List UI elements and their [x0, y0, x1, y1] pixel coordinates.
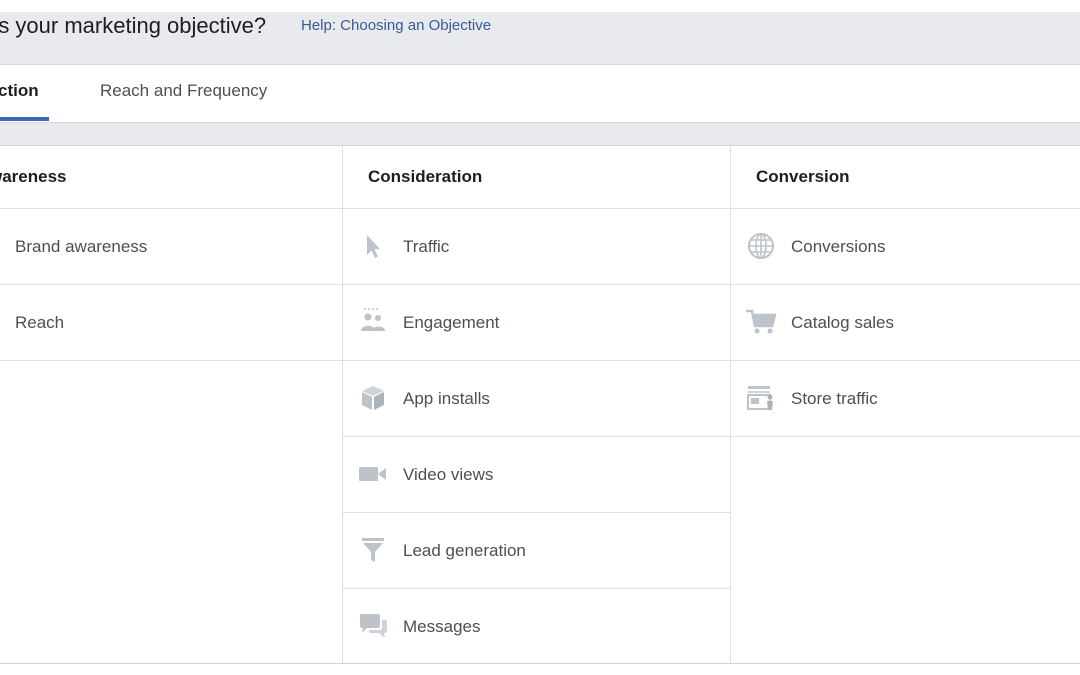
objective-label: App installs: [403, 389, 490, 408]
objective-app-installs[interactable]: App installs: [343, 361, 731, 437]
objective-selector: t's your marketing objective? Help: Choo…: [0, 0, 1080, 675]
objective-brand-awareness[interactable]: Brand awareness: [0, 209, 342, 285]
objective-traffic[interactable]: Traffic: [343, 209, 731, 285]
objective-grid: wareness Brand awareness Reach Considera…: [0, 146, 1080, 664]
objective-conversions[interactable]: Conversions: [731, 209, 1080, 285]
tab-bar: ction Reach and Frequency: [0, 65, 1080, 123]
objective-video-views[interactable]: Video views: [343, 437, 731, 513]
objective-label: Lead generation: [403, 541, 526, 560]
column-awareness: wareness Brand awareness Reach: [0, 146, 342, 663]
tab-auction[interactable]: ction: [0, 65, 39, 120]
objective-label: Engagement: [403, 313, 500, 332]
funnel-icon: [358, 535, 388, 565]
objective-store-traffic[interactable]: Store traffic: [731, 361, 1080, 437]
chat-bubbles-icon: [358, 611, 388, 641]
storefront-icon: [746, 383, 776, 413]
page-title: t's your marketing objective?: [0, 13, 267, 38]
objective-lead-generation[interactable]: Lead generation: [343, 513, 731, 589]
objective-label: Video views: [403, 465, 494, 484]
objective-messages[interactable]: Messages: [343, 589, 731, 664]
header-bar: t's your marketing objective? Help: Choo…: [0, 12, 1080, 65]
box-icon: [358, 383, 388, 413]
column-heading-awareness: wareness: [0, 146, 342, 209]
column-heading-conversion: Conversion: [731, 146, 1080, 209]
objective-reach[interactable]: Reach: [0, 285, 342, 361]
video-camera-icon: [358, 459, 388, 489]
objective-catalog-sales[interactable]: Catalog sales: [731, 285, 1080, 361]
help-link[interactable]: Help: Choosing an Objective: [301, 17, 491, 34]
divider-band: [0, 123, 1080, 146]
objective-label: Brand awareness: [15, 237, 148, 256]
cursor-icon: [358, 231, 388, 261]
tab-reach-and-frequency[interactable]: Reach and Frequency: [100, 65, 267, 120]
shopping-cart-icon: [746, 307, 776, 337]
globe-icon: [746, 231, 776, 261]
column-consideration: Consideration Traffic Engagement App ins…: [342, 146, 731, 663]
objective-label: Messages: [403, 617, 481, 636]
objective-label: Reach: [15, 313, 65, 332]
objective-label: Catalog sales: [791, 313, 895, 332]
column-conversion: Conversion Conversions Catalog sales Sto…: [730, 146, 1080, 663]
active-tab-indicator: [0, 117, 49, 121]
column-heading-consideration: Consideration: [343, 146, 731, 209]
objective-label: Conversions: [791, 237, 886, 256]
objective-label: Traffic: [403, 237, 450, 256]
objective-engagement[interactable]: Engagement: [343, 285, 731, 361]
objective-label: Store traffic: [791, 389, 878, 408]
people-icon: [358, 307, 388, 337]
